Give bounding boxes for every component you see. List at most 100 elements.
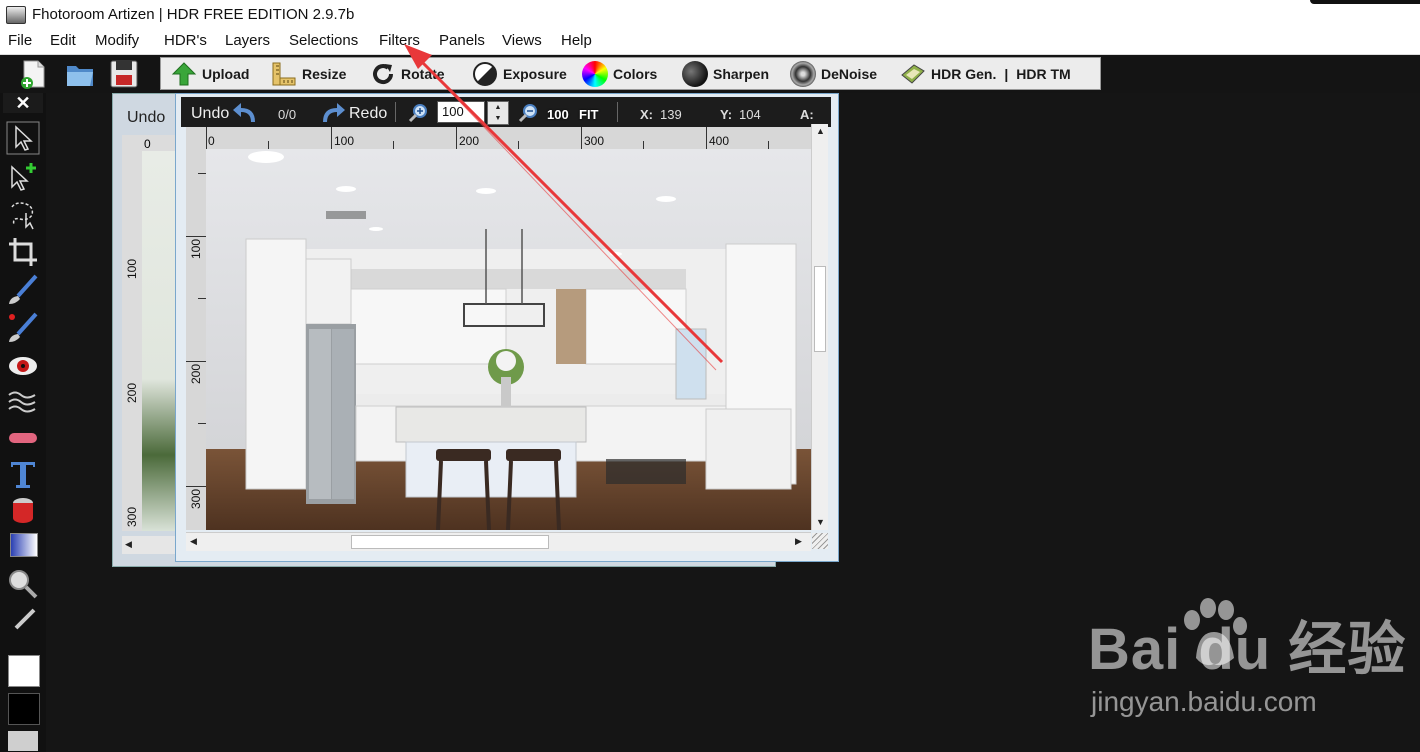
text-tool-icon[interactable]	[6, 457, 40, 491]
hdr-gen-icon	[901, 63, 925, 84]
crop-tool-icon[interactable]	[6, 235, 40, 269]
resize-grip-icon[interactable]	[812, 533, 828, 549]
ruler-tick	[643, 141, 644, 149]
select-tool-icon[interactable]	[6, 121, 40, 155]
back-ruler-label: 100	[125, 258, 139, 279]
zoom-100-button[interactable]: 100	[547, 107, 569, 122]
alpha-label: A:	[800, 107, 814, 122]
image-canvas[interactable]	[206, 149, 811, 530]
title-bar: Fhotoroom Artizen | HDR FREE EDITION 2.9…	[0, 0, 1420, 30]
ruler-tick	[198, 173, 206, 174]
ruler-top: 0 100 200 300 400	[186, 127, 811, 150]
ruler-tick	[518, 141, 519, 149]
menu-modify[interactable]: Modify	[95, 32, 139, 49]
menu-help[interactable]: Help	[561, 32, 592, 49]
menu-filters[interactable]: Filters	[379, 32, 420, 49]
brush-tool-icon[interactable]	[6, 273, 40, 307]
new-file-icon[interactable]	[18, 58, 50, 90]
eraser-tool-icon[interactable]	[6, 421, 40, 455]
menu-selections[interactable]: Selections	[289, 32, 358, 49]
undo-button[interactable]: Undo	[191, 105, 229, 123]
colors-button[interactable]: Colors	[582, 59, 657, 88]
window-controls[interactable]	[1310, 0, 1420, 4]
vertical-scroll-thumb[interactable]	[814, 266, 826, 352]
add-select-tool-icon[interactable]	[6, 159, 40, 193]
color-picker-tool-icon[interactable]	[6, 605, 40, 639]
sharpen-button[interactable]: Sharpen	[682, 59, 769, 88]
ruler-top-label: 200	[459, 134, 480, 148]
main-toolbar: Upload Resize Rotate Exposure Colors Sha…	[160, 57, 1101, 90]
denoise-button[interactable]: DeNoise	[790, 59, 877, 88]
ruler-tick	[186, 361, 206, 362]
doc-toolbar-divider	[617, 102, 618, 122]
doc-toolbar-divider	[395, 102, 396, 122]
ruler-tick	[706, 127, 707, 149]
menu-panels[interactable]: Panels	[439, 32, 485, 49]
back-horizontal-scrollbar[interactable]: ◀	[122, 536, 182, 554]
zoom-out-icon[interactable]	[517, 102, 539, 124]
menu-hdrs[interactable]: HDR's	[164, 32, 207, 49]
zoom-fit-button[interactable]: FIT	[579, 107, 599, 122]
red-eye-tool-icon[interactable]	[6, 349, 40, 383]
scroll-right-icon[interactable]: ▶	[795, 536, 802, 547]
ruler-left-label: 300	[189, 488, 203, 509]
upload-button[interactable]: Upload	[171, 59, 249, 88]
zoom-in-icon[interactable]	[407, 102, 429, 124]
ruler-top-label: 400	[709, 134, 730, 148]
menu-layers[interactable]: Layers	[225, 32, 270, 49]
menu-edit[interactable]: Edit	[50, 32, 76, 49]
ruler-top-label: 0	[208, 134, 215, 148]
ruler-tick	[268, 141, 269, 149]
zoom-stepper[interactable]: ▲ ▼	[487, 101, 509, 125]
tools-panel: ✕	[0, 93, 46, 752]
undo-arrow-icon[interactable]	[231, 100, 259, 124]
ruler-left-label: 200	[189, 363, 203, 384]
scroll-down-icon[interactable]: ▼	[816, 517, 825, 527]
swatch-extra[interactable]	[8, 731, 38, 751]
color-wheel-icon	[582, 60, 608, 87]
rotate-button[interactable]: Rotate	[370, 59, 445, 88]
smudge-tool-icon[interactable]	[6, 385, 40, 419]
resize-label: Resize	[302, 65, 347, 82]
baidu-watermark: Bai du 经验 jingyan.baidu.com	[1088, 598, 1405, 723]
zoom-input[interactable]: 100	[437, 101, 485, 123]
lasso-tool-icon[interactable]	[6, 197, 40, 231]
open-folder-icon[interactable]	[64, 58, 96, 90]
background-color-swatch[interactable]	[8, 693, 40, 725]
vertical-scrollbar[interactable]: ▲ ▼	[811, 124, 828, 530]
gradient-tool-icon[interactable]	[10, 533, 38, 557]
exposure-button[interactable]: Exposure	[472, 59, 567, 88]
back-undo-button[interactable]: Undo	[127, 109, 165, 127]
ruler-top-label: 300	[584, 134, 605, 148]
redo-button[interactable]: Redo	[349, 105, 387, 123]
kitchen-photo	[206, 149, 811, 530]
horizontal-scroll-thumb[interactable]	[351, 535, 549, 549]
history-counter: 0/0	[278, 107, 297, 122]
denoise-icon	[790, 60, 816, 87]
scroll-left-icon[interactable]: ◀	[190, 536, 197, 547]
hdr-gen-button[interactable]: HDR Gen. | HDR TM	[900, 59, 1071, 88]
save-icon[interactable]	[108, 58, 140, 90]
hdr-tm-button[interactable]: HDR TM	[1016, 66, 1070, 82]
horizontal-scrollbar[interactable]: ◀ ▶	[186, 532, 811, 551]
foreground-color-swatch[interactable]	[8, 655, 40, 687]
scroll-left-icon[interactable]: ◀	[125, 539, 132, 550]
exposure-icon	[473, 61, 497, 86]
redo-arrow-icon[interactable]	[319, 100, 347, 124]
scroll-up-icon[interactable]: ▲	[816, 126, 825, 136]
y-coord-value: 104	[739, 107, 761, 122]
back-ruler-left: 100 200 300	[122, 151, 142, 531]
menu-file[interactable]: File	[8, 32, 32, 49]
window-title: Fhotoroom Artizen | HDR FREE EDITION 2.9…	[32, 6, 355, 23]
hdr-gen-label: HDR Gen.	[931, 65, 997, 82]
back-ruler-label: 200	[125, 382, 139, 403]
red-brush-tool-icon[interactable]	[6, 311, 40, 345]
menu-views[interactable]: Views	[502, 32, 542, 49]
ruler-tick	[198, 298, 206, 299]
sharpen-icon	[682, 60, 708, 87]
zoom-tool-icon[interactable]	[6, 567, 40, 601]
resize-button[interactable]: Resize	[271, 59, 346, 88]
back-ruler-label: 300	[125, 506, 139, 527]
close-icon[interactable]: ✕	[3, 93, 43, 113]
fill-bucket-tool-icon[interactable]	[6, 493, 40, 527]
